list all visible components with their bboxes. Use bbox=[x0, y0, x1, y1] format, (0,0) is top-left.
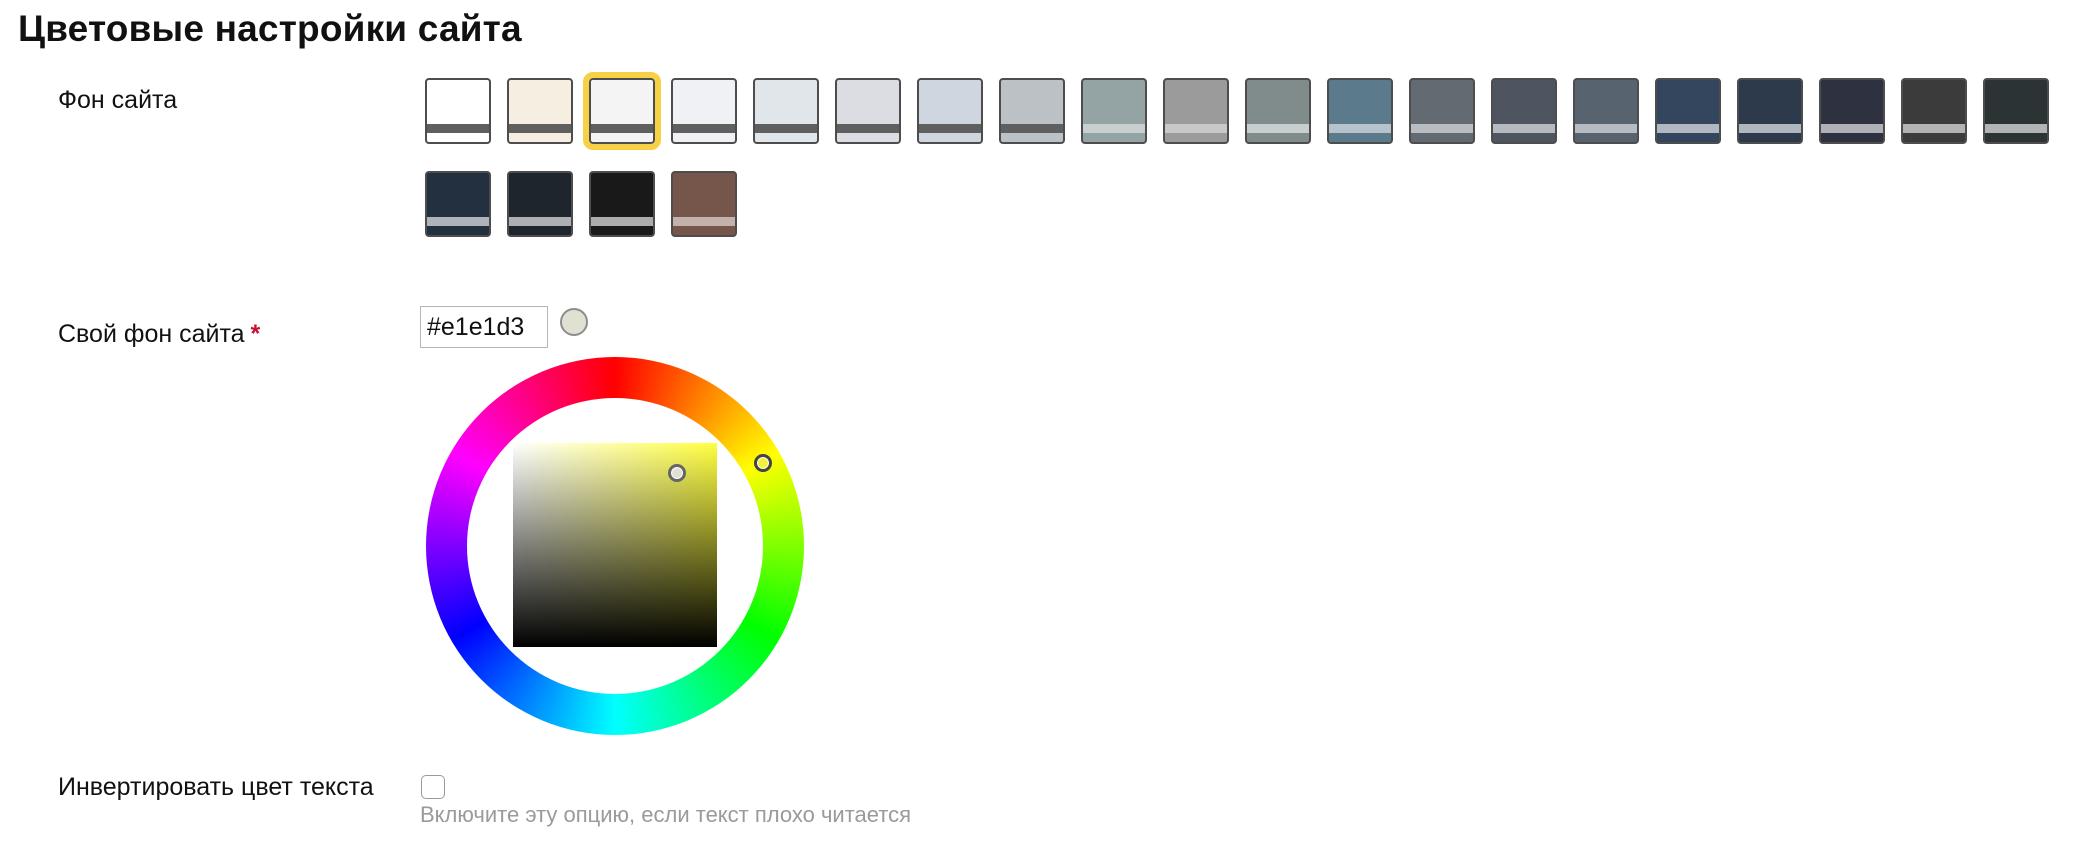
swatch-text-bar bbox=[591, 217, 653, 226]
swatch-text-bar bbox=[1001, 124, 1063, 133]
swatch-text-bar bbox=[673, 217, 735, 226]
background-swatch[interactable] bbox=[1573, 78, 1639, 144]
background-swatch[interactable] bbox=[1245, 78, 1311, 144]
swatch-text-bar bbox=[1165, 124, 1227, 133]
background-swatch[interactable] bbox=[1491, 78, 1557, 144]
background-swatch[interactable] bbox=[589, 171, 655, 237]
invert-text-hint: Включите эту опцию, если текст плохо чит… bbox=[420, 802, 912, 827]
swatch-text-bar bbox=[509, 124, 571, 133]
swatch-text-bar bbox=[755, 124, 817, 133]
swatch-text-bar bbox=[1821, 124, 1883, 133]
swatch-text-bar bbox=[509, 217, 571, 226]
swatch-text-bar bbox=[1329, 124, 1391, 133]
background-swatch[interactable] bbox=[1327, 78, 1393, 144]
swatch-text-bar bbox=[837, 124, 899, 133]
swatch-text-bar bbox=[673, 124, 735, 133]
background-swatch[interactable] bbox=[671, 171, 737, 237]
required-mark: * bbox=[250, 320, 261, 348]
background-label: Фон сайта bbox=[58, 86, 178, 114]
color-preview-dot bbox=[560, 308, 588, 336]
background-swatch[interactable] bbox=[425, 171, 491, 237]
custom-background-label-text: Свой фон сайта bbox=[58, 320, 245, 348]
background-swatch[interactable] bbox=[1163, 78, 1229, 144]
background-swatch[interactable] bbox=[1737, 78, 1803, 144]
background-swatch[interactable] bbox=[1983, 78, 2049, 144]
background-swatch[interactable] bbox=[917, 78, 983, 144]
background-swatch[interactable] bbox=[507, 78, 573, 144]
swatch-text-bar bbox=[1575, 124, 1637, 133]
background-swatch[interactable] bbox=[583, 72, 661, 150]
custom-background-label: Свой фон сайта * bbox=[58, 320, 260, 349]
swatch-text-bar bbox=[919, 124, 981, 133]
swatch-text-bar bbox=[1247, 124, 1309, 133]
color-hex-input[interactable] bbox=[420, 306, 548, 348]
background-swatch[interactable] bbox=[1819, 78, 1885, 144]
page-title: Цветовые настройки сайта bbox=[18, 8, 522, 49]
background-swatch[interactable] bbox=[507, 171, 573, 237]
swatch-text-bar bbox=[591, 124, 653, 133]
background-swatch[interactable] bbox=[1901, 78, 1967, 144]
swatch-text-bar bbox=[1903, 124, 1965, 133]
background-swatch[interactable] bbox=[753, 78, 819, 144]
background-swatches bbox=[425, 72, 2065, 237]
invert-text-label: Инвертировать цвет текста bbox=[58, 773, 374, 801]
swatch-text-bar bbox=[1493, 124, 1555, 133]
background-swatch[interactable] bbox=[999, 78, 1065, 144]
background-swatch[interactable] bbox=[835, 78, 901, 144]
background-swatch[interactable] bbox=[1081, 78, 1147, 144]
background-swatch[interactable] bbox=[671, 78, 737, 144]
invert-text-checkbox[interactable] bbox=[421, 775, 445, 799]
saturation-lightness-marker[interactable] bbox=[668, 464, 686, 482]
background-swatch[interactable] bbox=[1655, 78, 1721, 144]
background-swatch[interactable] bbox=[425, 78, 491, 144]
swatch-text-bar bbox=[1985, 124, 2047, 133]
saturation-lightness-square[interactable] bbox=[513, 443, 717, 647]
swatch-text-bar bbox=[1083, 124, 1145, 133]
swatch-text-bar bbox=[427, 124, 489, 133]
hue-marker[interactable] bbox=[754, 454, 772, 472]
swatch-text-bar bbox=[1411, 124, 1473, 133]
background-swatch[interactable] bbox=[1409, 78, 1475, 144]
swatch-text-bar bbox=[1739, 124, 1801, 133]
swatch-text-bar bbox=[1657, 124, 1719, 133]
swatch-text-bar bbox=[427, 217, 489, 226]
